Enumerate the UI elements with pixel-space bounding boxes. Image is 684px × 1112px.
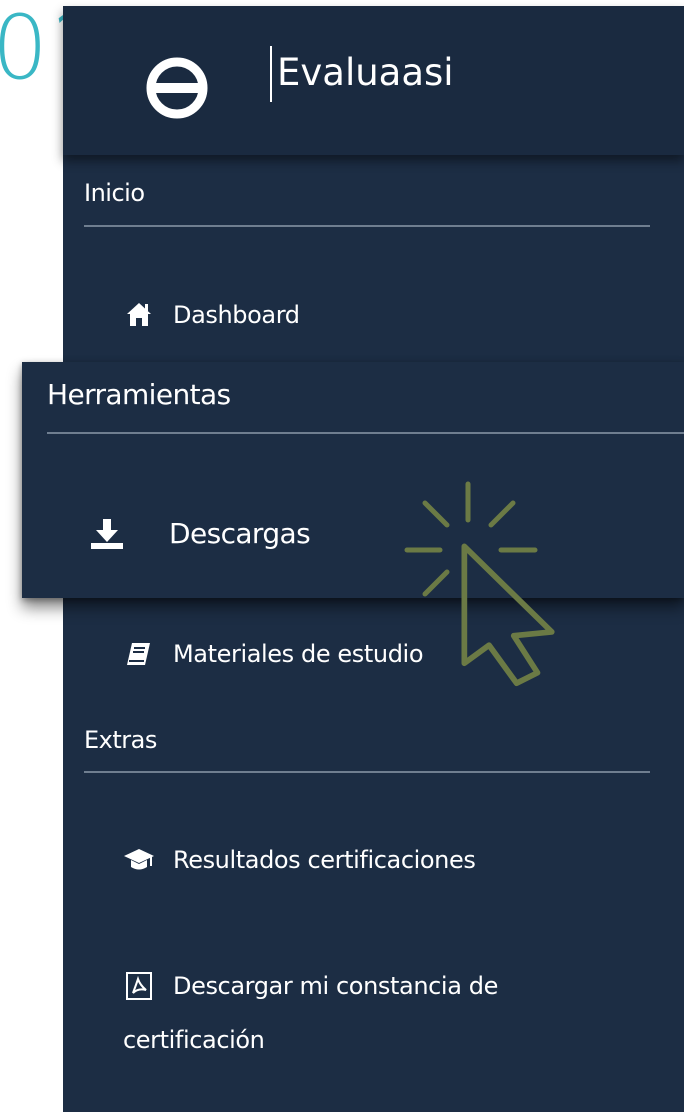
sidebar-item-label: Materiales de estudio: [173, 640, 424, 668]
section-divider: [84, 225, 650, 227]
graduation-cap-icon: [123, 845, 155, 875]
sidebar-item-dashboard[interactable]: Dashboard: [123, 300, 300, 330]
sidebar-item-label: certificación: [123, 1026, 265, 1054]
sidebar-item-descargas[interactable]: Descargas: [89, 516, 311, 552]
sidebar-item-materiales[interactable]: Materiales de estudio: [123, 639, 424, 669]
pdf-file-icon: [123, 971, 155, 1001]
sidebar-item-label: Descargas: [169, 517, 311, 550]
sidebar-item-label: Resultados certificaciones: [173, 846, 476, 874]
zoomed-herramientas-panel: Herramientas Descargas: [22, 362, 684, 598]
sidebar-item-resultados[interactable]: Resultados certificaciones: [123, 845, 476, 875]
sidebar-item-label: Dashboard: [173, 301, 300, 329]
brand-name[interactable]: Evaluaasi: [277, 48, 454, 98]
section-title-inicio: Inicio: [84, 179, 145, 207]
sidebar-header: Evaluaasi: [63, 6, 684, 155]
section-title-herramientas: Herramientas: [47, 378, 231, 411]
section-divider: [47, 432, 684, 434]
section-title-extras: Extras: [84, 726, 157, 754]
download-icon: [89, 516, 125, 552]
evaluaasi-logo-icon[interactable]: [145, 56, 209, 120]
section-divider: [84, 771, 650, 773]
sidebar-item-constancia[interactable]: Descargar mi constancia de: [123, 971, 498, 1001]
book-icon: [123, 639, 155, 669]
home-icon: [123, 300, 155, 330]
sidebar-item-constancia-line2[interactable]: certificación: [123, 1025, 265, 1055]
sidebar-item-label: Descargar mi constancia de: [173, 972, 498, 1000]
brand-divider: [270, 46, 272, 102]
